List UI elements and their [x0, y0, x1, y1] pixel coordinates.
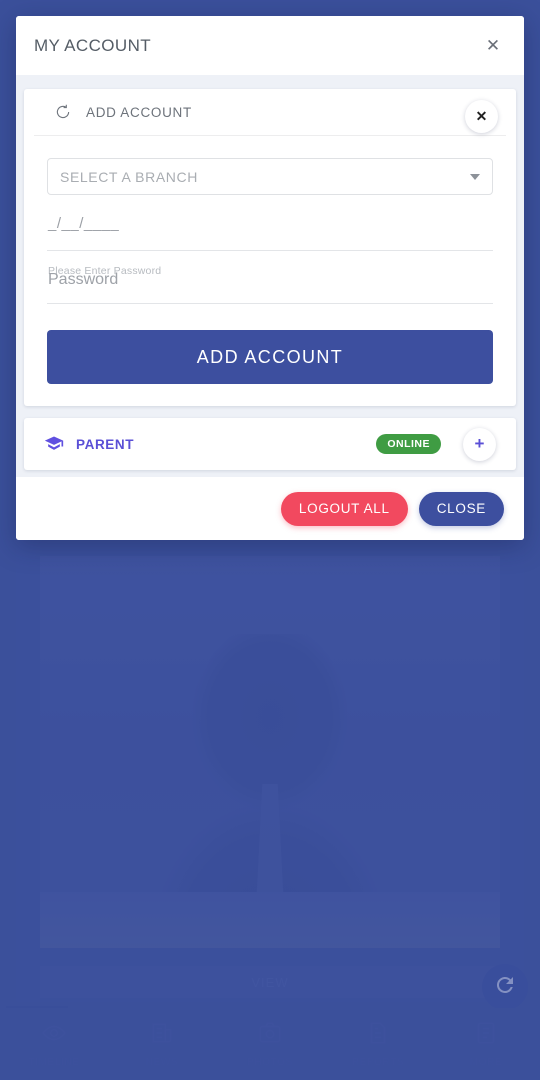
modal-body: ADD ACCOUNT ✕ SELECT A BRANCH _/__/____ … — [16, 75, 524, 477]
account-row-parent[interactable]: PARENT ONLINE + — [24, 418, 516, 470]
chevron-down-icon — [470, 173, 480, 180]
close-icon[interactable]: ✕ — [480, 33, 506, 59]
add-account-icon — [54, 103, 72, 121]
add-account-card-header: ADD ACCOUNT — [34, 89, 506, 136]
plus-icon[interactable]: + — [463, 427, 496, 461]
password-field[interactable]: Please Enter Password Password — [47, 263, 493, 304]
add-account-card-title: ADD ACCOUNT — [86, 104, 192, 120]
branch-select-value: SELECT A BRANCH — [60, 168, 198, 185]
status-badge: ONLINE — [376, 434, 441, 454]
branch-select[interactable]: SELECT A BRANCH — [47, 158, 493, 195]
account-row-label: PARENT — [76, 436, 135, 452]
logout-all-button[interactable]: LOGOUT ALL — [280, 491, 408, 526]
graduation-cap-icon — [44, 434, 64, 454]
dismiss-add-account-icon[interactable]: ✕ — [465, 100, 498, 133]
close-button[interactable]: CLOSE — [418, 491, 504, 526]
add-account-form: SELECT A BRANCH _/__/____ Please Enter P… — [24, 136, 516, 384]
password-field-placeholder: Password — [48, 271, 119, 288]
modal-header: MY ACCOUNT ✕ — [16, 16, 524, 75]
add-account-card: ADD ACCOUNT ✕ SELECT A BRANCH _/__/____ … — [24, 89, 516, 406]
date-field[interactable]: _/__/____ — [47, 211, 493, 251]
add-account-button[interactable]: ADD ACCOUNT — [47, 330, 493, 384]
date-field-value: _/__/____ — [48, 215, 120, 232]
my-account-modal: MY ACCOUNT ✕ ADD ACCOUNT ✕ SELECT A BRAN… — [16, 16, 524, 540]
modal-footer: LOGOUT ALL CLOSE — [16, 477, 524, 540]
page-title: MY ACCOUNT — [34, 35, 152, 55]
